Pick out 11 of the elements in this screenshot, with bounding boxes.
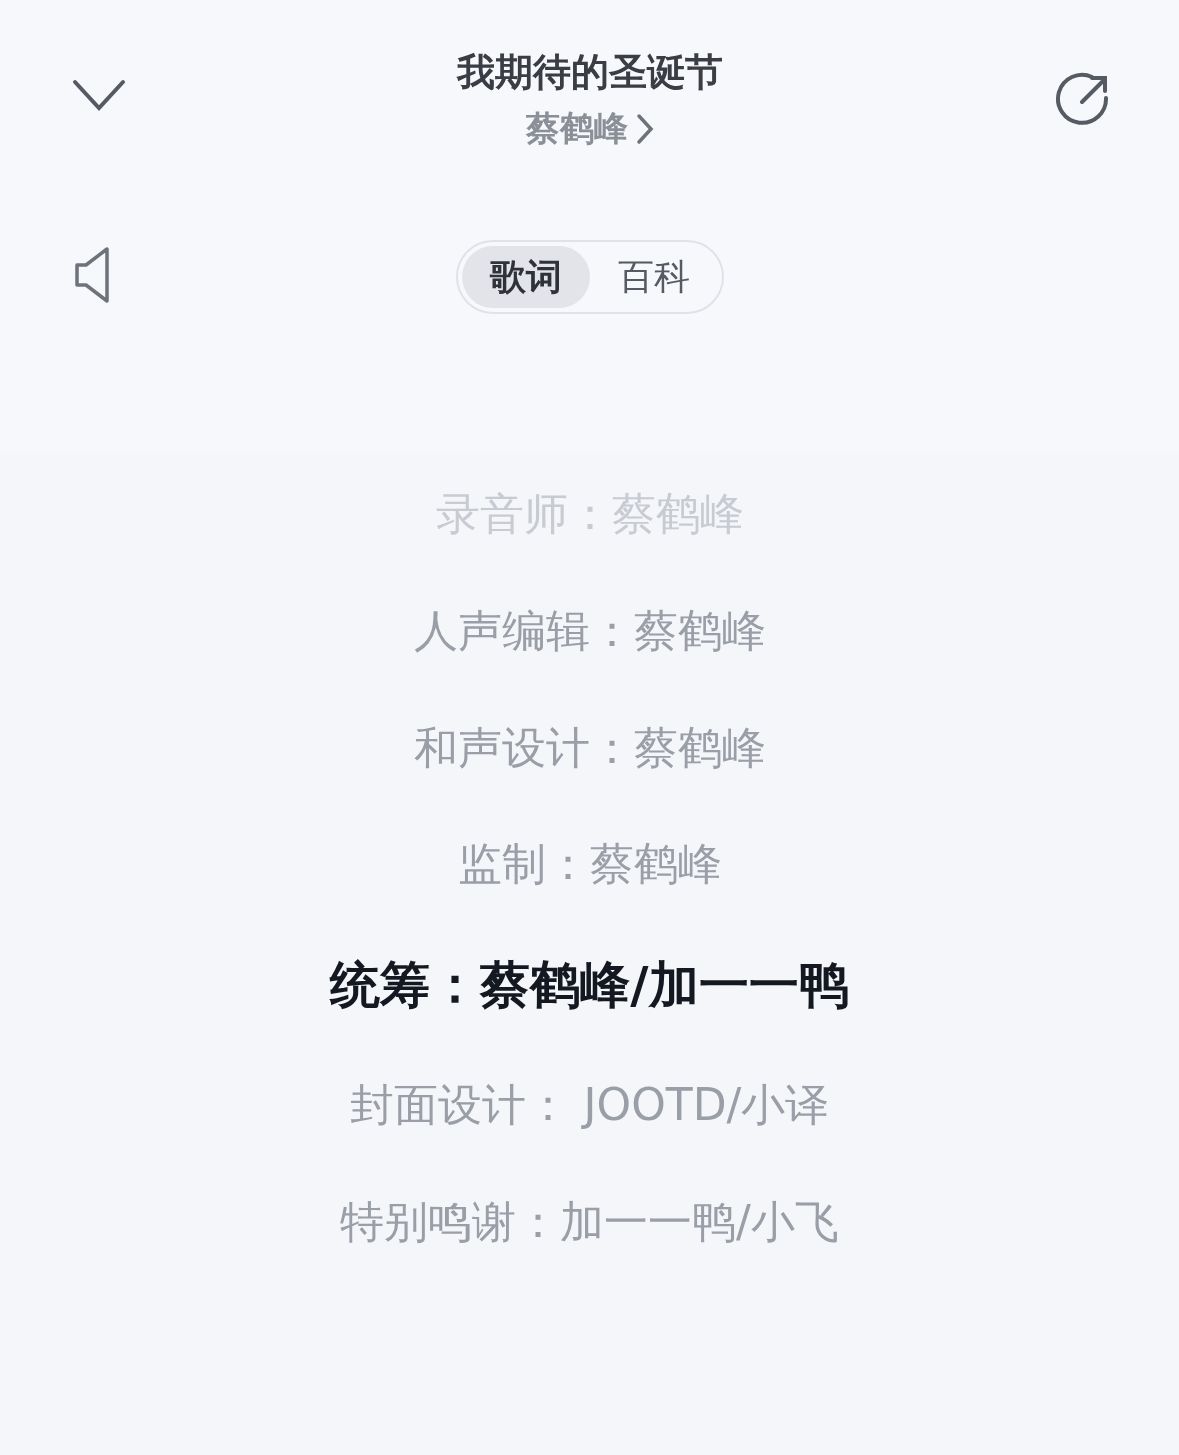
tab[interactable]: 百科 (589, 246, 718, 308)
lyric-line: 和声设计：蔡鹤峰 (413, 721, 766, 775)
lyric-line: 封面设计： JOOTD/小译 (349, 1079, 830, 1132)
lyric-line: 人声编辑：蔡鹤峰 (413, 604, 766, 658)
lyric-line: 特别鸣谢：加一一鸭/小飞 (340, 1196, 839, 1249)
song-title: 我期待的圣诞节 (456, 49, 723, 96)
lyric-line: 统筹：蔡鹤峰/加一一鸭 (330, 955, 849, 1016)
lyric-line: 监制：蔡鹤峰 (457, 838, 722, 892)
speaker-icon[interactable] (74, 246, 110, 304)
tab[interactable]: 歌词 (461, 246, 590, 308)
chevron-right-icon (635, 112, 654, 145)
